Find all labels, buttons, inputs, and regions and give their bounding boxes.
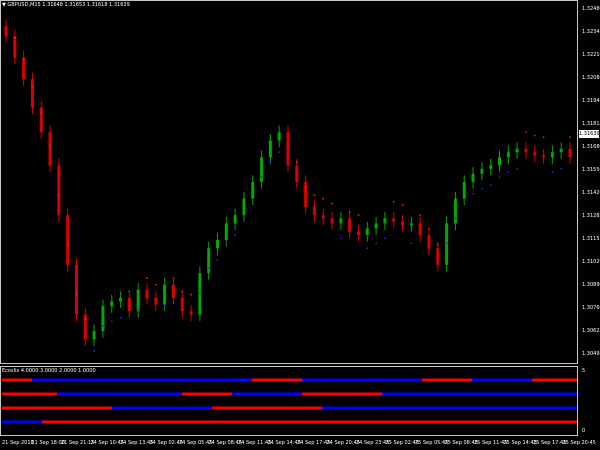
time-tick-label: 25 Sep 05:45: [415, 440, 449, 446]
time-tick-label: 24 Sep 10:45: [90, 440, 124, 446]
indicator-title: Ecoslix 4.0000 3.0000 2.0000 1.0000: [2, 368, 96, 374]
time-tick-label: 21 Sep 2018: [2, 440, 34, 446]
indicator-min-label: 0: [582, 428, 586, 434]
price-tick-label: 1.30890: [582, 282, 600, 288]
time-tick-label: 24 Sep 23:45: [356, 440, 390, 446]
time-tick-label: 25 Sep 02:45: [385, 440, 419, 446]
price-tick-label: 1.31815: [582, 121, 600, 127]
time-tick-label: 24 Sep 11:45: [238, 440, 272, 446]
price-tick-label: 1.31285: [582, 213, 600, 219]
time-tick-label: 25 Sep 08:45: [444, 440, 478, 446]
price-tick-label: 1.30495: [582, 351, 600, 357]
time-tick-label: 21 Sep 18:00: [31, 440, 65, 446]
time-tick-label: 25 Sep 11:45: [474, 440, 508, 446]
price-tick-label: 1.31155: [582, 236, 600, 242]
time-tick-label: 24 Sep 05:45: [179, 440, 213, 446]
time-tick-label: 24 Sep 02:45: [149, 440, 183, 446]
chart-title: ▼ GBPUSD,M15 1.31648 1.31653 1.31618 1.3…: [2, 2, 130, 8]
time-tick-label: 24 Sep 14:45: [267, 440, 301, 446]
indicator-max-label: 5: [582, 368, 586, 374]
time-tick-label: 21 Sep 21:15: [61, 440, 95, 446]
price-tick-label: 1.32480: [582, 6, 600, 12]
time-tick-label: 24 Sep 20:45: [326, 440, 360, 446]
price-tick-label: 1.31945: [582, 98, 600, 104]
price-tick-label: 1.31020: [582, 259, 600, 265]
price-tick-label: 1.32210: [582, 52, 600, 58]
time-tick-label: 25 Sep 20:45: [562, 440, 596, 446]
price-tick-label: 1.30760: [582, 305, 600, 311]
time-tick-label: 24 Sep 17:45: [297, 440, 331, 446]
indicator-panel-frame: [0, 366, 578, 436]
time-tick-label: 24 Sep 08:45: [208, 440, 242, 446]
time-tick-label: 24 Sep 13:45: [120, 440, 154, 446]
time-tick-label: 25 Sep 14:45: [503, 440, 537, 446]
price-tick-label: 1.30625: [582, 328, 600, 334]
time-tick-label: 25 Sep 17:45: [533, 440, 567, 446]
price-tick-label: 1.31680: [582, 144, 600, 150]
price-tick-label: 1.31550: [582, 167, 600, 173]
main-chart-frame: [0, 0, 578, 364]
price-tick-label: 1.32345: [582, 29, 600, 35]
price-tick-label: 1.31420: [582, 190, 600, 196]
current-price-label: 1.31639: [579, 130, 600, 138]
price-tick-label: 1.32080: [582, 75, 600, 81]
